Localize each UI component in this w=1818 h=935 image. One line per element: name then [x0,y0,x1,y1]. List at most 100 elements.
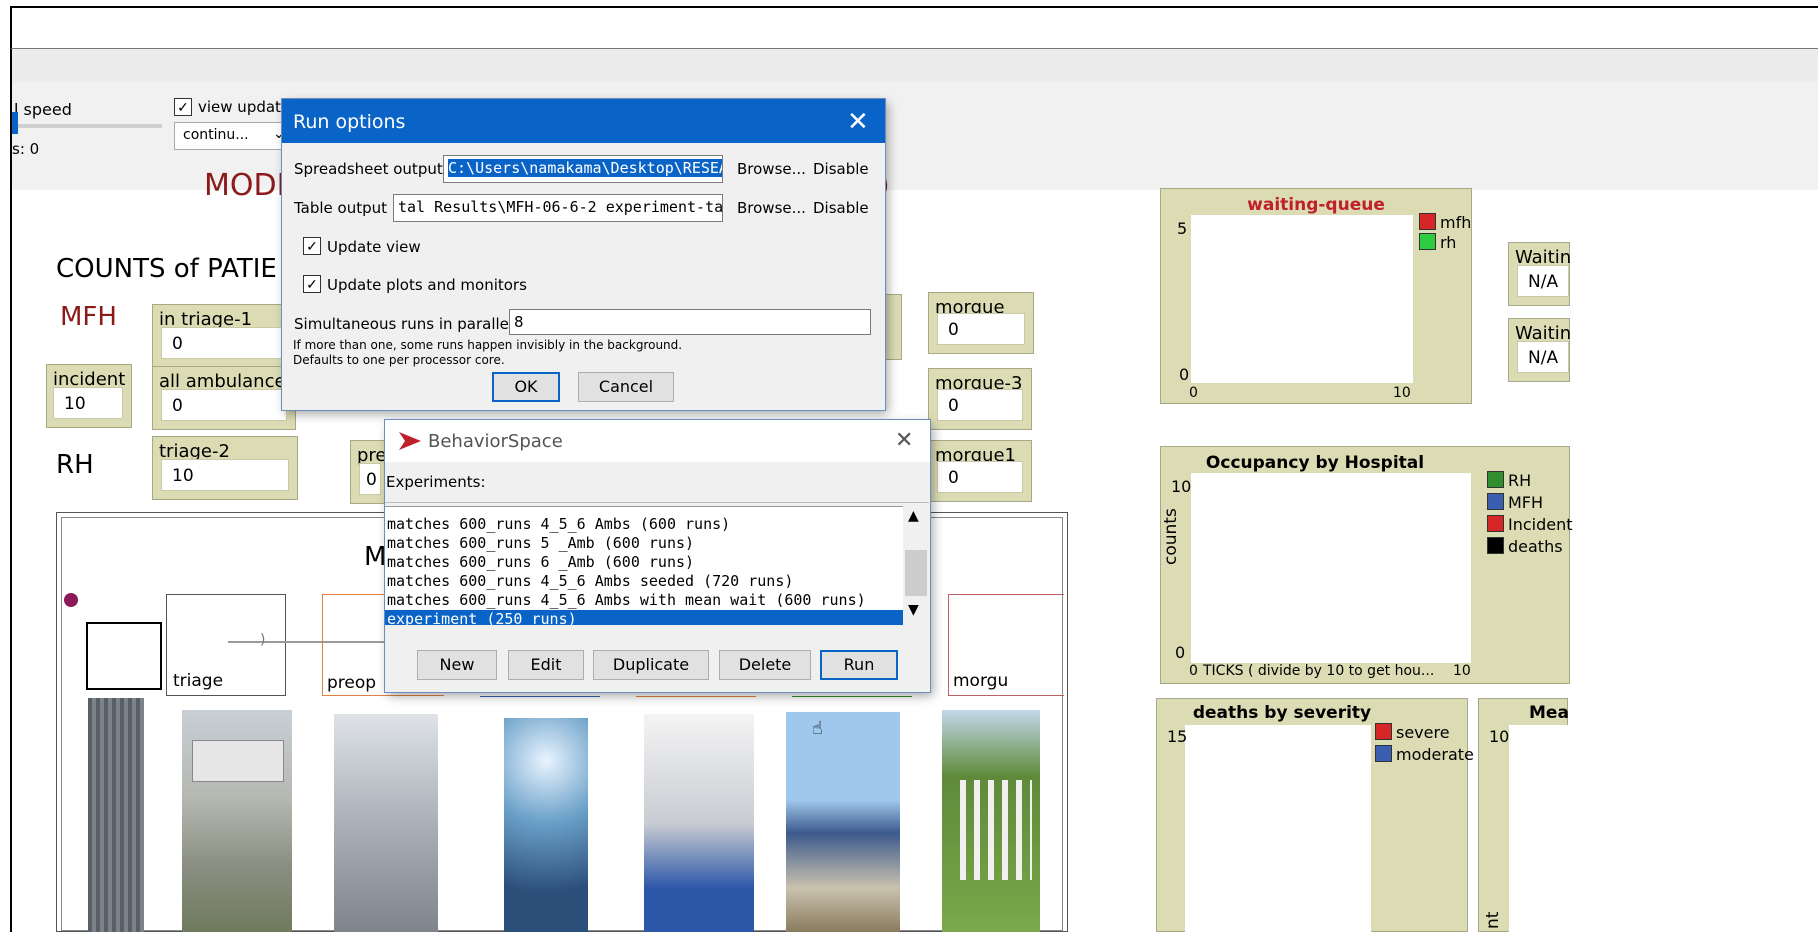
parallel-runs-label: Simultaneous runs in parallel [294,315,514,333]
delete-button[interactable]: Delete [719,650,811,680]
spreadsheet-output-field[interactable]: C:\Users\namakama\Desktop\RESEAR [443,155,723,183]
cemetery-photo [942,710,1040,932]
plot-mean-partial: Mea 10 nt [1478,698,1569,935]
run-options-dialog: Run options ✕ Spreadsheet output C:\User… [282,99,885,410]
agent-dot [64,593,78,607]
monitor-all-ambulances: all ambulances 0 [152,366,296,430]
y-min-tick: 0 [1179,365,1190,384]
hospital-photo: ☝ [786,712,900,932]
plot-waiting-queue: waiting-queue 5 0 0 10 mfh rh [1160,188,1472,404]
close-icon[interactable]: ✕ [895,428,913,453]
map-title: M [364,542,387,572]
monitor-triage-2: triage-2 10 [152,436,298,500]
dialog-titlebar: Run options ✕ [282,99,885,143]
spreadsheet-output-label: Spreadsheet output [294,160,443,178]
update-mode-select[interactable]: continu... ⌄ [174,122,292,150]
parallel-runs-input[interactable]: 8 [509,309,871,335]
x-axis-label: TICKS ( divide by 10 to get hou... [1203,663,1435,679]
update-view-checkbox[interactable]: ✓ [303,237,321,255]
legend-label: deaths [1508,537,1563,556]
legend-item: rh [1419,233,1456,252]
legend-swatch [1375,723,1392,740]
preop-photo [334,714,438,932]
monitor-value: 0 [937,313,1025,345]
spreadsheet-browse-button[interactable]: Browse... [737,160,806,178]
list-item-selected[interactable]: experiment (250 runs) [385,610,903,625]
view-updates-label: view update [198,98,291,116]
list-scrollbar[interactable]: ▲ ▼ [903,506,929,624]
list-item[interactable]: matches 600_runs 6 _Amb (600 runs) [385,553,903,572]
table-disable-button[interactable]: Disable [813,199,869,217]
list-item[interactable]: matches 600_runs 5 _Amb (600 runs) [385,534,903,553]
spreadsheet-output-value: C:\Users\namakama\Desktop\RESEAR [448,159,722,177]
plot-title: waiting-queue [1247,195,1385,215]
monitor-value: N/A [1517,341,1569,373]
x-max-tick: 10 [1393,385,1411,401]
monitor-incident: incident 10 [46,364,132,428]
legend-item: mfh [1419,213,1471,232]
cancel-button[interactable]: Cancel [578,372,674,402]
list-item[interactable]: matches 600_runs 4_5_6 Ambs seeded (720 … [385,572,903,591]
facility-label: preop [327,673,377,693]
experiments-list[interactable]: matches 600_runs 4_5_6 Ambs (600 runs) m… [385,506,903,625]
view-updates-checkbox[interactable]: ✓ [174,98,192,116]
legend-item: deaths [1487,537,1563,556]
close-icon[interactable]: ✕ [847,107,869,137]
legend-swatch [1419,233,1436,250]
monitor-waiting-2: Waitin N/A [1508,318,1571,382]
toolbar [10,48,1818,83]
dialog-title: Run options [293,111,406,133]
arrow-icon: ) [260,632,266,648]
legend-label: mfh [1440,213,1472,232]
monitor-value: 10 [161,459,289,491]
gravestones [952,780,1032,880]
behaviorspace-dialog: BehaviorSpace ✕ Experiments: matches 600… [385,420,930,692]
counts-heading: COUNTS of PATIE [56,254,277,284]
legend-item: Incident [1487,515,1573,534]
divider [385,502,929,503]
update-plots-checkbox[interactable]: ✓ [303,275,321,293]
monitor-value: 0 [161,327,283,359]
triage-facility: triage [166,594,286,696]
legend-item: MFH [1487,493,1543,512]
plot-title: Occupancy by Hospital [1205,453,1425,473]
duplicate-button[interactable]: Duplicate [593,650,709,680]
list-item[interactable]: matches 600_runs 4_5_6 Ambs with mean wa… [385,591,903,610]
triage-tent-photo [182,710,292,932]
road-photo [88,698,144,932]
legend-swatch [1487,493,1504,510]
ward-facility-edge [636,692,756,697]
window-titlebar [10,6,1818,50]
monitor-value: 0 [937,389,1023,421]
plot-occupancy-by-hospital: Occupancy by Hospital 10 0 counts 0 TICK… [1160,446,1573,684]
monitor-morgue-3: morgue-3 0 [928,368,1032,430]
new-button[interactable]: New [417,650,497,680]
monitor-value: N/A [1517,265,1569,297]
edit-button[interactable]: Edit [508,650,584,680]
monitor-value: 0 [161,389,287,421]
speed-slider-thumb[interactable] [12,112,18,134]
mfh-label: MFH [60,302,117,332]
monitor-value: 0 [359,463,381,495]
list-item[interactable]: matches 600_runs 4_5_6 Ambs (600 runs) [385,515,903,534]
x-min-tick: 0 [1189,663,1198,679]
table-browse-button[interactable]: Browse... [737,199,806,217]
netlogo-logo-icon [399,432,421,450]
scroll-up-icon[interactable]: ▲ [908,508,919,524]
legend-label: rh [1440,233,1457,252]
scroll-down-icon[interactable]: ▼ [908,602,919,618]
monitor-morgue: morgue 0 [928,292,1034,354]
legend-swatch [1487,515,1504,532]
y-max-tick: 10 [1489,727,1510,746]
run-button[interactable]: Run [820,650,898,680]
ok-button[interactable]: OK [492,372,560,402]
legend-item: severe [1375,723,1450,742]
speed-slider[interactable] [14,124,162,128]
scrollbar-thumb[interactable] [905,550,927,596]
morgue-facility: morgu [948,594,1064,696]
legend-swatch [1487,537,1504,554]
x-min-tick: 0 [1189,385,1198,401]
table-output-field[interactable]: tal Results\MFH-06-6-2 experiment-table.… [393,194,723,222]
x-max-tick: 10 [1453,663,1471,679]
spreadsheet-disable-button[interactable]: Disable [813,160,869,178]
